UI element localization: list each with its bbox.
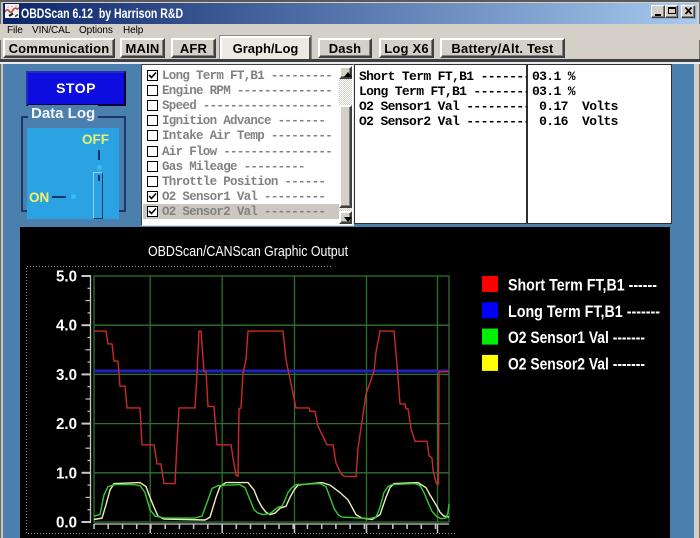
svg-text:Long Term FT,B1 -------: Long Term FT,B1 ------- bbox=[508, 302, 660, 321]
svg-text:Short Term FT,B1 ------: Short Term FT,B1 ------ bbox=[508, 276, 657, 295]
svg-text:5.0: 5.0 bbox=[56, 269, 77, 286]
svg-text:1.0: 1.0 bbox=[56, 465, 77, 482]
svg-text:0.0: 0.0 bbox=[56, 515, 77, 532]
svg-text:3.0: 3.0 bbox=[56, 367, 77, 384]
svg-text:O2 Sensor2 Val -------: O2 Sensor2 Val ------- bbox=[508, 354, 645, 373]
svg-text:O2 Sensor1 Val -------: O2 Sensor1 Val ------- bbox=[508, 328, 645, 347]
svg-text:OBDScan/CANScan Graphic Output: OBDScan/CANScan Graphic Output bbox=[148, 243, 349, 260]
svg-text:4.0: 4.0 bbox=[56, 318, 77, 335]
svg-text:2.0: 2.0 bbox=[56, 416, 77, 433]
